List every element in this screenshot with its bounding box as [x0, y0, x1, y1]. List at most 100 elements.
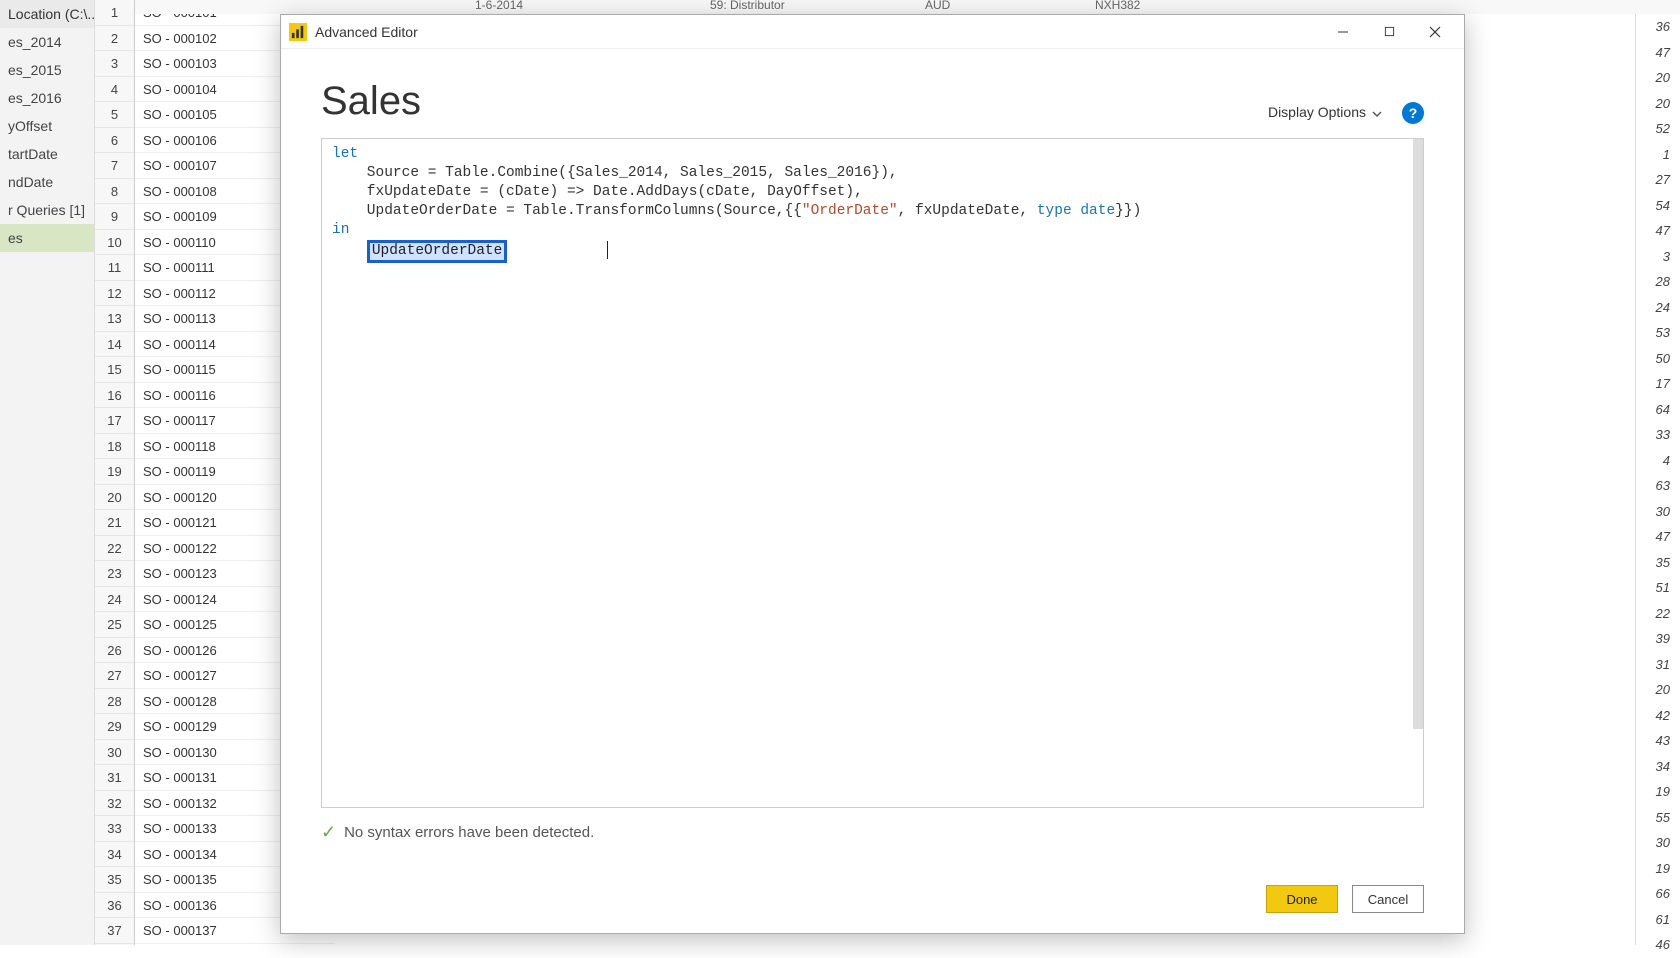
query-name-heading: Sales — [321, 79, 1262, 124]
app-icon — [289, 23, 307, 41]
right-value-cell: 30 — [1636, 830, 1680, 856]
queries-panel-item[interactable]: r Queries [1] — [0, 196, 94, 224]
right-value-cell: 27 — [1636, 167, 1680, 193]
right-value-cell: 33 — [1636, 422, 1680, 448]
queries-panel-item[interactable]: es_2016 — [0, 84, 94, 112]
queries-panel-item[interactable]: yOffset — [0, 112, 94, 140]
right-value-cell: 55 — [1636, 805, 1680, 831]
right-value-cell: 66 — [1636, 881, 1680, 907]
row-number: 3 — [95, 51, 134, 77]
row-number: 21 — [95, 510, 134, 536]
right-value-cell: 47 — [1636, 524, 1680, 550]
right-value-cell: 47 — [1636, 40, 1680, 66]
row-number: 14 — [95, 332, 134, 358]
cancel-button[interactable]: Cancel — [1352, 885, 1424, 913]
right-value-cell: 34 — [1636, 754, 1680, 780]
display-options-dropdown[interactable]: Display Options — [1262, 100, 1388, 124]
queries-panel-item[interactable]: Location (C:\... — [0, 0, 94, 28]
right-value-cell: 19 — [1636, 856, 1680, 882]
right-value-cell: 47 — [1636, 218, 1680, 244]
preview-ref-cell: 59: Distributor — [710, 0, 785, 12]
right-value-cell: 53 — [1636, 320, 1680, 346]
minimize-button[interactable] — [1320, 17, 1366, 47]
code-editor[interactable]: let Source = Table.Combine({Sales_2014, … — [321, 138, 1424, 808]
row-number: 32 — [95, 791, 134, 817]
row-number: 37 — [95, 918, 134, 944]
row-number: 24 — [95, 587, 134, 613]
row-number: 22 — [95, 536, 134, 562]
right-value-cell: 19 — [1636, 779, 1680, 805]
maximize-button[interactable] — [1366, 17, 1412, 47]
row-number: 2 — [95, 26, 134, 52]
dialog-body: Sales Display Options ? let Source = Tab… — [281, 49, 1464, 933]
queries-panel-item[interactable]: es — [0, 224, 94, 252]
right-value-cell: 50 — [1636, 346, 1680, 372]
right-value-cell: 43 — [1636, 728, 1680, 754]
row-number: 35 — [95, 867, 134, 893]
queries-panel-item[interactable]: es_2014 — [0, 28, 94, 56]
row-number: 31 — [95, 765, 134, 791]
row-number: 25 — [95, 612, 134, 638]
right-value-cell: 35 — [1636, 550, 1680, 576]
check-icon: ✓ — [321, 822, 336, 843]
close-button[interactable] — [1412, 17, 1458, 47]
queries-panel-item[interactable]: es_2015 — [0, 56, 94, 84]
right-value-cell: 20 — [1636, 677, 1680, 703]
row-number: 23 — [95, 561, 134, 587]
help-icon[interactable]: ? — [1402, 102, 1424, 124]
right-value-cell: 51 — [1636, 575, 1680, 601]
titlebar: Advanced Editor — [281, 15, 1464, 49]
row-number: 7 — [95, 153, 134, 179]
syntax-status: ✓ No syntax errors have been detected. — [321, 822, 1424, 843]
row-number: 18 — [95, 434, 134, 460]
right-value-cell: 39 — [1636, 626, 1680, 652]
right-value-cell: 30 — [1636, 499, 1680, 525]
row-number: 26 — [95, 638, 134, 664]
row-number-gutter: 1234567891011121314151617181920212223242… — [95, 0, 135, 945]
right-value-cell: 4 — [1636, 448, 1680, 474]
right-value-cell: 64 — [1636, 397, 1680, 423]
preview-code-cell: NXH382 — [1095, 0, 1140, 12]
right-value-cell: 31 — [1636, 652, 1680, 678]
right-value-cell: 36 — [1636, 14, 1680, 40]
right-value-cell: 54 — [1636, 193, 1680, 219]
row-number: 27 — [95, 663, 134, 689]
row-number: 12 — [95, 281, 134, 307]
row-number: 11 — [95, 255, 134, 281]
right-value-cell: 22 — [1636, 601, 1680, 627]
status-text: No syntax errors have been detected. — [344, 824, 594, 841]
code-content: let Source = Table.Combine({Sales_2014, … — [322, 139, 1423, 269]
text-caret — [607, 241, 608, 259]
row-number: 36 — [95, 893, 134, 919]
done-button[interactable]: Done — [1266, 885, 1338, 913]
editor-scrollbar[interactable] — [1413, 139, 1423, 729]
selected-identifier[interactable]: UpdateOrderDate — [367, 240, 508, 263]
queries-panel-item[interactable]: tartDate — [0, 140, 94, 168]
queries-panel-item[interactable]: ndDate — [0, 168, 94, 196]
row-number: 1 — [95, 0, 134, 26]
right-value-cell: 63 — [1636, 473, 1680, 499]
row-number: 10 — [95, 230, 134, 256]
right-value-cell: 42 — [1636, 703, 1680, 729]
row-number: 30 — [95, 740, 134, 766]
queries-panel: Location (C:\...es_2014es_2015es_2016yOf… — [0, 0, 95, 945]
row-number: 28 — [95, 689, 134, 715]
preview-currency-cell: AUD — [925, 0, 950, 12]
row-number: 33 — [95, 816, 134, 842]
row-number: 9 — [95, 204, 134, 230]
chevron-down-icon — [1372, 104, 1382, 120]
row-number: 6 — [95, 128, 134, 154]
right-value-cell: 24 — [1636, 295, 1680, 321]
data-preview-header: 1-6-2014 59: Distributor AUD NXH382 — [135, 0, 1680, 14]
right-value-cell: 20 — [1636, 65, 1680, 91]
row-number: 5 — [95, 102, 134, 128]
row-number: 15 — [95, 357, 134, 383]
right-value-cell: 52 — [1636, 116, 1680, 142]
row-number: 20 — [95, 485, 134, 511]
advanced-editor-dialog: Advanced Editor Sales Display Options ? … — [280, 14, 1465, 934]
row-number: 13 — [95, 306, 134, 332]
row-number: 8 — [95, 179, 134, 205]
right-value-cell: 1 — [1636, 142, 1680, 168]
preview-date-cell: 1-6-2014 — [475, 0, 523, 12]
display-options-label: Display Options — [1268, 104, 1366, 120]
